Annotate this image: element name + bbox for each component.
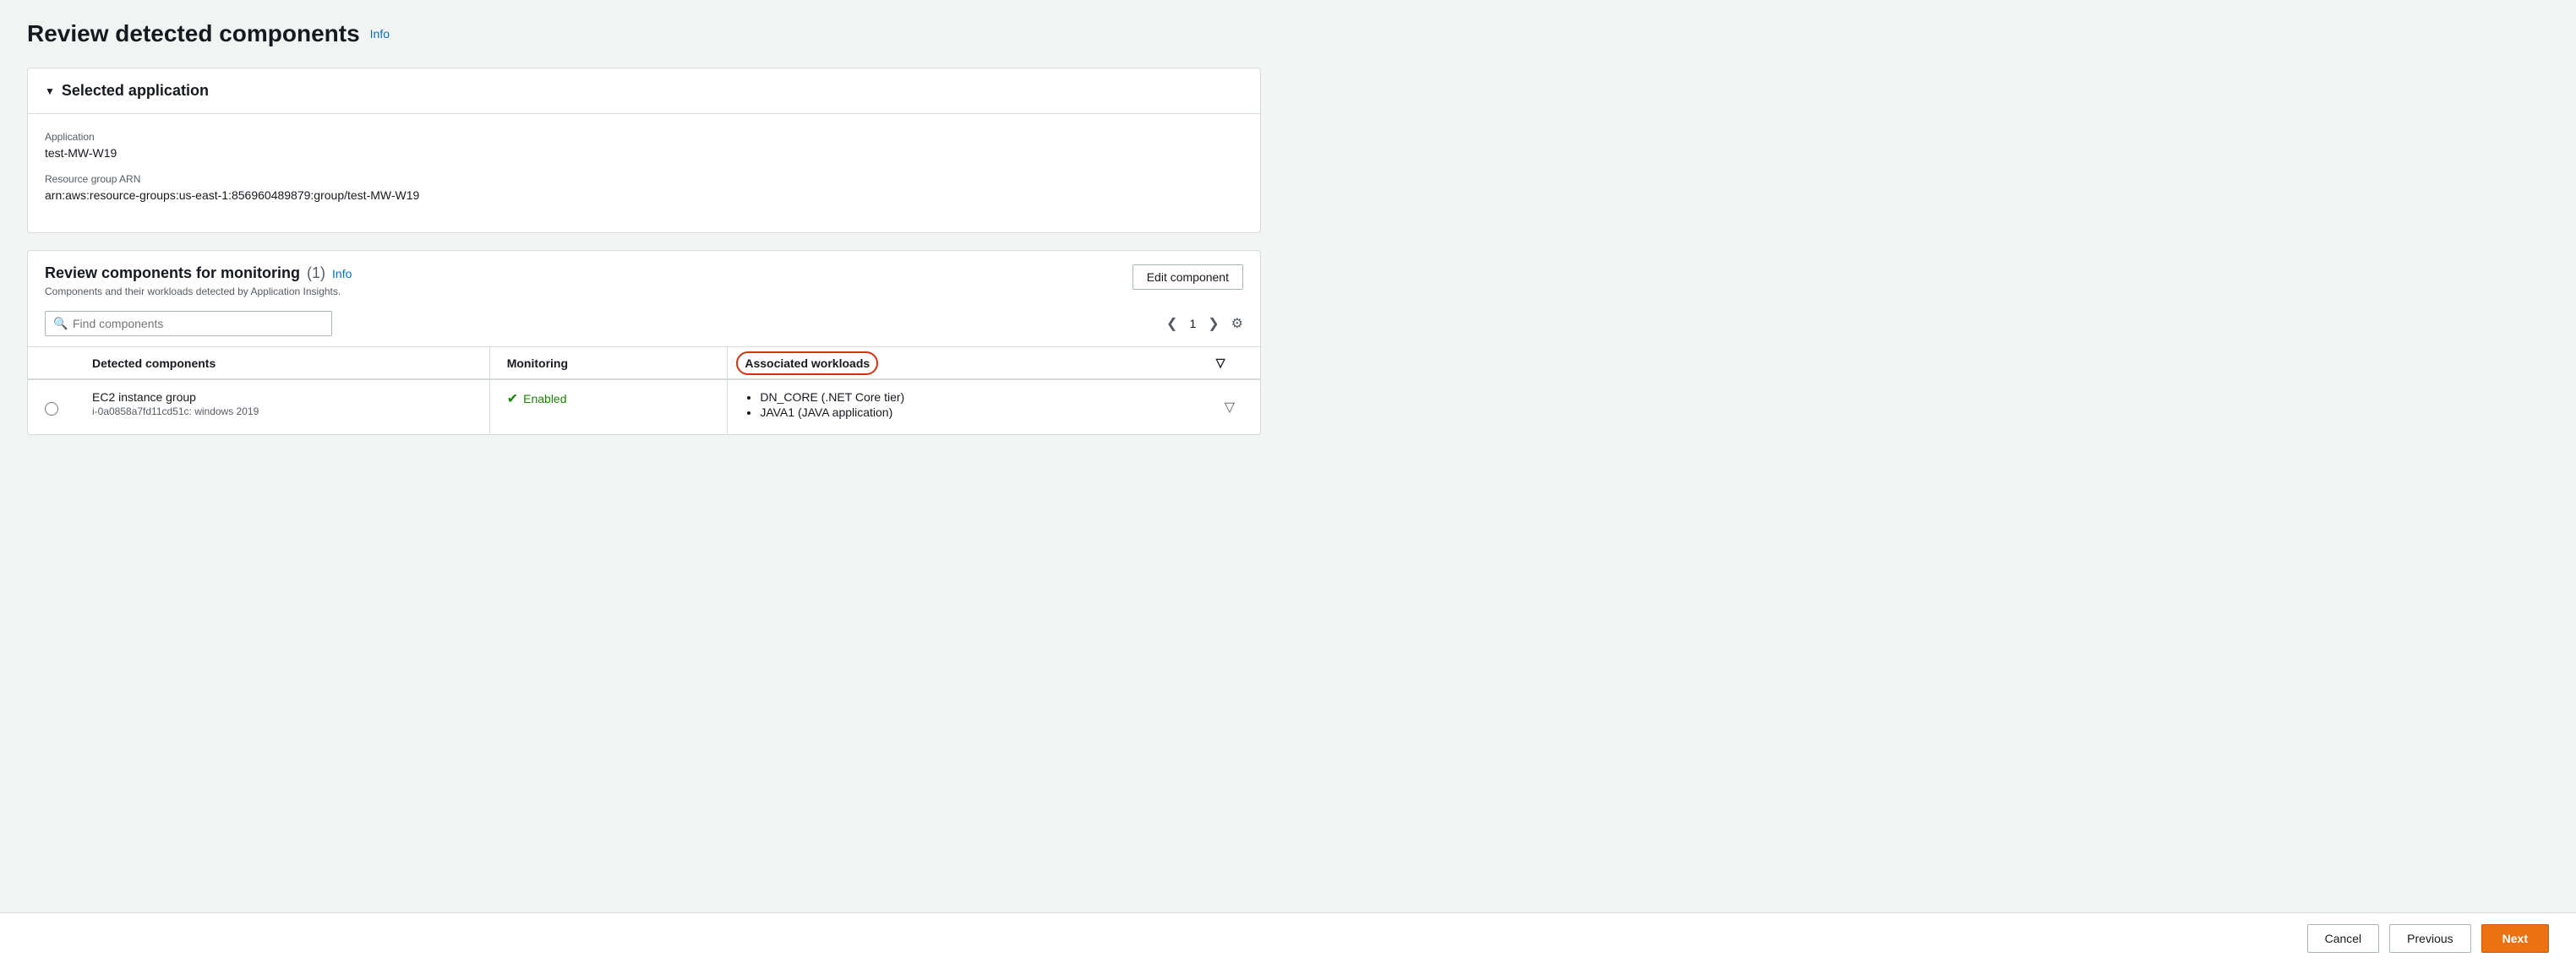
selected-application-card: ▼ Selected application Application test-… [27,68,1261,233]
workload-item: DN_CORE (.NET Core tier) [760,390,1182,404]
application-value: test-MW-W19 [45,146,1243,160]
section-collapse-icon[interactable]: ▼ [45,85,55,97]
review-info-link[interactable]: Info [332,267,352,280]
selected-application-header: ▼ Selected application [28,68,1260,114]
selected-application-body: Application test-MW-W19 Resource group A… [28,114,1260,232]
resource-group-field: Resource group ARN arn:aws:resource-grou… [45,173,1243,202]
col-detected-header: Detected components [75,347,489,380]
monitoring-status-label: Enabled [523,392,566,405]
row-component-cell: EC2 instance group i-0a0858a7fd11cd51c: … [75,379,489,434]
next-button[interactable]: Next [2481,924,2549,953]
page-number: 1 [1189,317,1196,330]
edit-component-button[interactable]: Edit component [1132,264,1243,290]
row-select-cell [28,379,75,434]
review-components-header: Review components for monitoring (1) Inf… [28,251,1260,311]
col-workloads-header: Associated workloads [728,347,1199,380]
row-expand-cell: ▽ [1199,379,1260,434]
pagination-controls: ❮ 1 ❯ ⚙ [1161,312,1243,335]
associated-workloads-header-label: Associated workloads [745,356,870,370]
monitoring-status-badge: ✔ Enabled [507,390,711,407]
table-header-row: Detected components Monitoring Associate… [28,347,1260,380]
enabled-check-icon: ✔ [507,390,518,407]
table-row: EC2 instance group i-0a0858a7fd11cd51c: … [28,379,1260,434]
pagination-prev-button[interactable]: ❮ [1161,312,1182,335]
component-id: i-0a0858a7fd11cd51c: windows 2019 [92,405,472,417]
page-info-link[interactable]: Info [370,27,390,41]
review-count-badge: (1) [307,264,325,282]
page-header: Review detected components Info [27,20,1261,47]
workload-list: DN_CORE (.NET Core tier) JAVA1 (JAVA app… [745,390,1182,419]
workload-item: JAVA1 (JAVA application) [760,405,1182,419]
previous-button[interactable]: Previous [2389,924,2470,953]
search-input-wrap: 🔍 [45,311,332,336]
page-title: Review detected components [27,20,360,47]
review-section-subtitle: Components and their workloads detected … [45,286,352,297]
col-monitoring-header: Monitoring [489,347,728,380]
footer-bar: Cancel Previous Next [0,912,2576,963]
selected-application-title: Selected application [62,82,209,100]
row-expand-button[interactable]: ▽ [1216,390,1243,424]
components-table: Detected components Monitoring Associate… [28,346,1260,434]
row-workloads-cell: DN_CORE (.NET Core tier) JAVA1 (JAVA app… [728,379,1199,434]
search-bar-row: 🔍 ❮ 1 ❯ ⚙ [28,311,1260,346]
application-label: Application [45,131,1243,143]
resource-group-label: Resource group ARN [45,173,1243,185]
search-icon: 🔍 [53,317,68,331]
review-section-title: Review components for monitoring [45,264,300,282]
search-input[interactable] [45,311,332,336]
row-radio-input[interactable] [45,402,58,416]
application-field: Application test-MW-W19 [45,131,1243,160]
cancel-button[interactable]: Cancel [2307,924,2380,953]
pagination-next-button[interactable]: ❯ [1203,312,1224,335]
review-components-card: Review components for monitoring (1) Inf… [27,250,1261,435]
row-monitoring-cell: ✔ Enabled [489,379,728,434]
col-expand-header: ▽ [1199,347,1260,380]
row-radio-wrap [45,390,58,416]
col-select-header [28,347,75,380]
resource-group-value: arn:aws:resource-groups:us-east-1:856960… [45,188,1243,202]
table-settings-icon[interactable]: ⚙ [1231,315,1243,332]
review-section-title-group: Review components for monitoring (1) Inf… [45,264,352,297]
component-name: EC2 instance group [92,390,472,404]
review-title-row: Review components for monitoring (1) Inf… [45,264,352,282]
expand-all-icon[interactable]: ▽ [1216,356,1225,369]
